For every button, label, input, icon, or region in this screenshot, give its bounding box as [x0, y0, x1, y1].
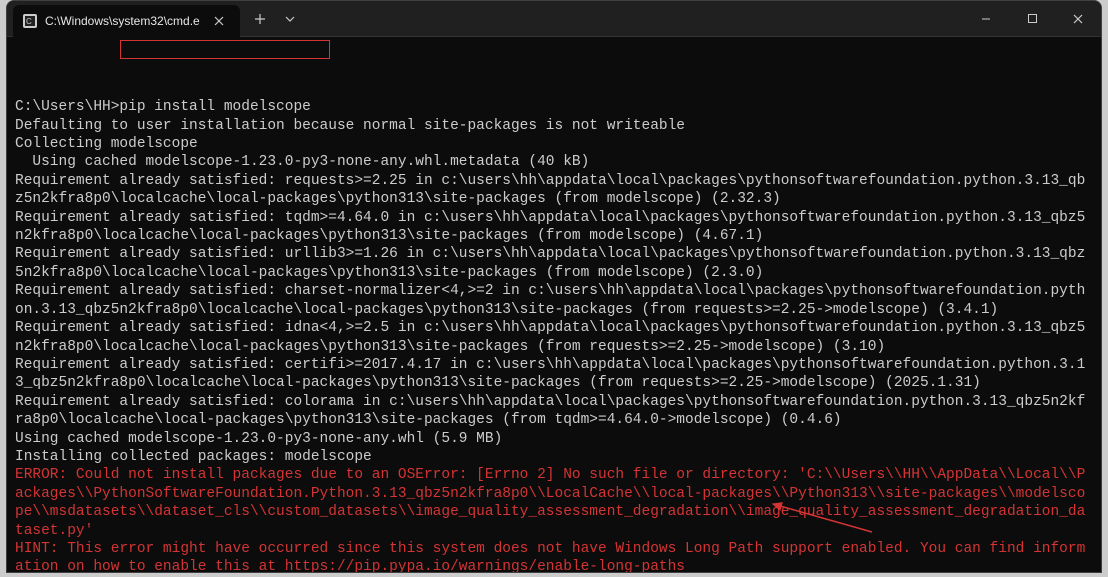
terminal-output[interactable]: C:\Users\HH>pip install modelscopeDefaul…: [7, 37, 1101, 572]
titlebar: C C:\Windows\system32\cmd.e: [7, 1, 1101, 37]
close-button[interactable]: [1055, 1, 1101, 37]
terminal-window: C C:\Windows\system32\cmd.e: [6, 0, 1102, 573]
minimize-button[interactable]: [963, 1, 1009, 37]
hint-line: HINT: This error might have occurred sin…: [15, 540, 1093, 572]
maximize-button[interactable]: [1009, 1, 1055, 37]
output-line: Requirement already satisfied: urllib3>=…: [15, 245, 1093, 282]
annotation-box: [120, 40, 330, 59]
prompt-command: pip install modelscope: [119, 99, 310, 115]
output-line: Requirement already satisfied: idna<4,>=…: [15, 319, 1093, 356]
window-controls: [963, 1, 1101, 37]
output-line: Using cached modelscope-1.23.0-py3-none-…: [15, 430, 1093, 448]
prompt-path: C:\Users\HH>: [15, 99, 119, 115]
output-line: Requirement already satisfied: charset-n…: [15, 282, 1093, 319]
svg-text:C: C: [26, 17, 32, 26]
output-line: Requirement already satisfied: tqdm>=4.6…: [15, 209, 1093, 246]
output-line: Using cached modelscope-1.23.0-py3-none-…: [15, 153, 1093, 171]
error-line: ERROR: Could not install packages due to…: [15, 466, 1093, 540]
output-line: Requirement already satisfied: certifi>=…: [15, 356, 1093, 393]
cmd-icon: C: [23, 14, 37, 28]
tab-title: C:\Windows\system32\cmd.e: [45, 14, 200, 28]
tab-cmd[interactable]: C C:\Windows\system32\cmd.e: [13, 5, 240, 37]
output-line: Collecting modelscope: [15, 135, 1093, 153]
output-line: Defaulting to user installation because …: [15, 117, 1093, 135]
output-line: Requirement already satisfied: requests>…: [15, 172, 1093, 209]
tab-dropdown-icon[interactable]: [276, 5, 304, 33]
prompt-line: C:\Users\HH>pip install modelscope: [15, 98, 1093, 116]
output-line: Installing collected packages: modelscop…: [15, 448, 1093, 466]
output-line: Requirement already satisfied: colorama …: [15, 393, 1093, 430]
tab-close-icon[interactable]: [208, 10, 230, 32]
new-tab-button[interactable]: [244, 5, 276, 33]
